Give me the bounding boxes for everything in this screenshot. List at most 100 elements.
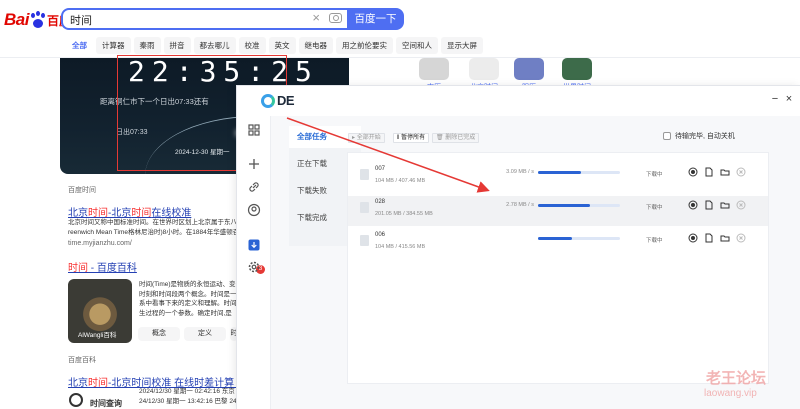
result-snippet-1: 北京时间又称中国标准时间。在世界时区划上北京属于东八区 reenwich Mea… <box>68 218 246 237</box>
folder-icon[interactable] <box>720 200 730 210</box>
task-size: 201.05 MB / 384.55 MB <box>375 211 433 217</box>
folder-icon[interactable] <box>720 233 730 243</box>
snippet-line: reenwich Mean Time格林尼治时)8小时。在1884年华盛顿召开 <box>68 228 246 236</box>
progress-fill <box>538 171 581 174</box>
result-source: 百度时间 <box>68 187 96 194</box>
baidu-header: Bai 百度 时间 × 百度一下 全部 计算器 秦雨 拼音 都去哪儿 校准 英文 继电器 用之前… <box>0 0 800 58</box>
clock-icon <box>69 393 83 407</box>
tab-4[interactable]: 都去哪儿 <box>193 37 236 54</box>
title-text: 北京 <box>68 378 88 389</box>
task-state: 下载中 <box>646 238 663 244</box>
tab-6[interactable]: 英文 <box>268 37 296 54</box>
dm-titlebar[interactable]: DE − × <box>237 86 800 116</box>
snippet-line: 24/12/30 星期一 13:42:16 巴黎 24 <box>139 397 237 405</box>
title-highlight: 时间 <box>88 378 108 389</box>
cancel-icon[interactable] <box>736 233 746 243</box>
calligraphy-icon <box>469 58 499 80</box>
button-label: 删除已完成 <box>445 135 476 141</box>
search-button[interactable]: 百度一下 <box>347 8 404 30</box>
logo-ring-icon <box>261 93 275 108</box>
dm-logo-text: DE <box>277 93 295 108</box>
tab-1[interactable]: 计算器 <box>96 37 131 54</box>
tab-10[interactable]: 显示大屏 <box>441 37 483 54</box>
clock-site-name: 时间查询 <box>90 399 122 408</box>
task-actions <box>688 233 746 243</box>
camera-icon[interactable] <box>329 13 342 23</box>
auto-shutdown-checkbox[interactable] <box>663 132 671 140</box>
record-icon[interactable] <box>688 200 698 210</box>
watermark-url: laowang.vip <box>704 388 757 399</box>
auto-shutdown-label: 待输完毕, 自动关机 <box>675 133 735 140</box>
grid-icon[interactable] <box>247 123 261 137</box>
search-input[interactable]: 时间 <box>70 12 92 28</box>
watermark-title: 老王论坛 <box>706 370 767 387</box>
close-button[interactable]: × <box>782 93 796 105</box>
pill-definition[interactable]: 定义 <box>184 327 226 341</box>
task-row[interactable]: 007 104 MB / 407.46 MB 3.09 MB / s 下载中 <box>348 163 768 193</box>
result-title-2[interactable]: 时间 - 百度百科 <box>68 259 137 274</box>
progress-bar <box>538 237 620 240</box>
cancel-icon[interactable] <box>736 167 746 177</box>
task-row[interactable]: 028 201.05 MB / 384.55 MB 2.78 MB / s 下载… <box>348 196 768 226</box>
progress-fill <box>538 237 573 240</box>
result-thumbnail[interactable]: AlWangli百科 <box>68 279 132 343</box>
task-list: 007 104 MB / 407.46 MB 3.09 MB / s 下载中 0… <box>347 152 769 384</box>
file-open-icon[interactable] <box>704 167 714 177</box>
file-icon <box>360 235 369 246</box>
lunar-icon <box>419 58 449 80</box>
task-actions <box>688 200 746 210</box>
record-icon[interactable] <box>688 233 698 243</box>
delete-completed-button[interactable]: 🗑 删除已完成 <box>432 133 480 143</box>
progress-bar <box>538 204 620 207</box>
button-label: 全部开始 <box>356 135 381 141</box>
task-speed: 2.78 MB / s <box>506 202 534 208</box>
user-icon[interactable] <box>247 203 261 217</box>
task-name: 007 <box>375 166 386 172</box>
tab-8[interactable]: 用之前伦要实 <box>336 37 393 54</box>
file-open-icon[interactable] <box>704 233 714 243</box>
task-name: 006 <box>375 232 386 238</box>
search-box[interactable]: 时间 × <box>61 8 347 30</box>
minimize-button[interactable]: − <box>768 93 782 105</box>
download-icon[interactable] <box>247 238 261 252</box>
tab-5[interactable]: 校准 <box>238 37 266 54</box>
cancel-icon[interactable] <box>736 200 746 210</box>
record-icon[interactable] <box>688 167 698 177</box>
progress-fill <box>538 204 591 207</box>
tab-7[interactable]: 继电器 <box>298 37 333 54</box>
start-all-button[interactable]: ▸ 全部开始 <box>348 133 385 143</box>
task-state: 下载中 <box>646 205 663 211</box>
pause-all-button[interactable]: ‖ 暂停所有 <box>393 133 430 143</box>
snippet-line: 北京时间又称中国标准时间。在世界时区划上北京属于东八区 <box>68 219 244 226</box>
file-icon <box>360 202 369 213</box>
tab-3[interactable]: 拼音 <box>163 37 191 54</box>
result-source: 百度百科 <box>68 357 96 364</box>
download-manager-window: DE − × 3 全部任务 正在下载 下载失败 下载完成 ▸ 全部开始 ‖ 暂停… <box>236 85 800 409</box>
tab-2[interactable]: 秦雨 <box>133 37 161 54</box>
snippet-line: 2024/12/30 星期一 02:42:16 东京 <box>139 388 235 395</box>
dm-logo: DE <box>261 93 295 108</box>
clear-icon[interactable]: × <box>312 10 320 25</box>
folder-icon[interactable] <box>720 167 730 177</box>
task-row[interactable]: 006 104 MB / 415.56 MB 下载中 <box>348 229 768 259</box>
progress-bar <box>538 171 620 174</box>
auto-shutdown-option[interactable]: 待输完毕, 自动关机 <box>663 131 735 141</box>
file-open-icon[interactable] <box>704 200 714 210</box>
tab-9[interactable]: 空间和人 <box>396 37 438 54</box>
task-state: 下载中 <box>646 172 663 178</box>
task-name: 028 <box>375 199 386 205</box>
settings-icon[interactable] <box>247 260 261 274</box>
title-highlight: 时间 <box>68 263 88 274</box>
thumbnail-caption: AlWangli百科 <box>78 332 117 339</box>
result-url[interactable]: time.myjianzhu.com/ <box>68 240 132 247</box>
result-title-1[interactable]: 北京时间-北京时间在线校准 <box>68 204 191 219</box>
dm-rail: 3 <box>237 116 271 409</box>
link-icon[interactable] <box>247 180 261 194</box>
baidu-logo-text: Bai <box>4 10 29 29</box>
result-snippet-3: 2024/12/30 星期一 02:42:16 东京 24/12/30 星期一 … <box>139 387 237 406</box>
calendar-icon <box>514 58 544 80</box>
add-icon[interactable] <box>247 157 261 171</box>
pill-concept[interactable]: 概念 <box>138 327 180 341</box>
tab-0[interactable]: 全部 <box>66 37 93 54</box>
task-actions <box>688 167 746 177</box>
